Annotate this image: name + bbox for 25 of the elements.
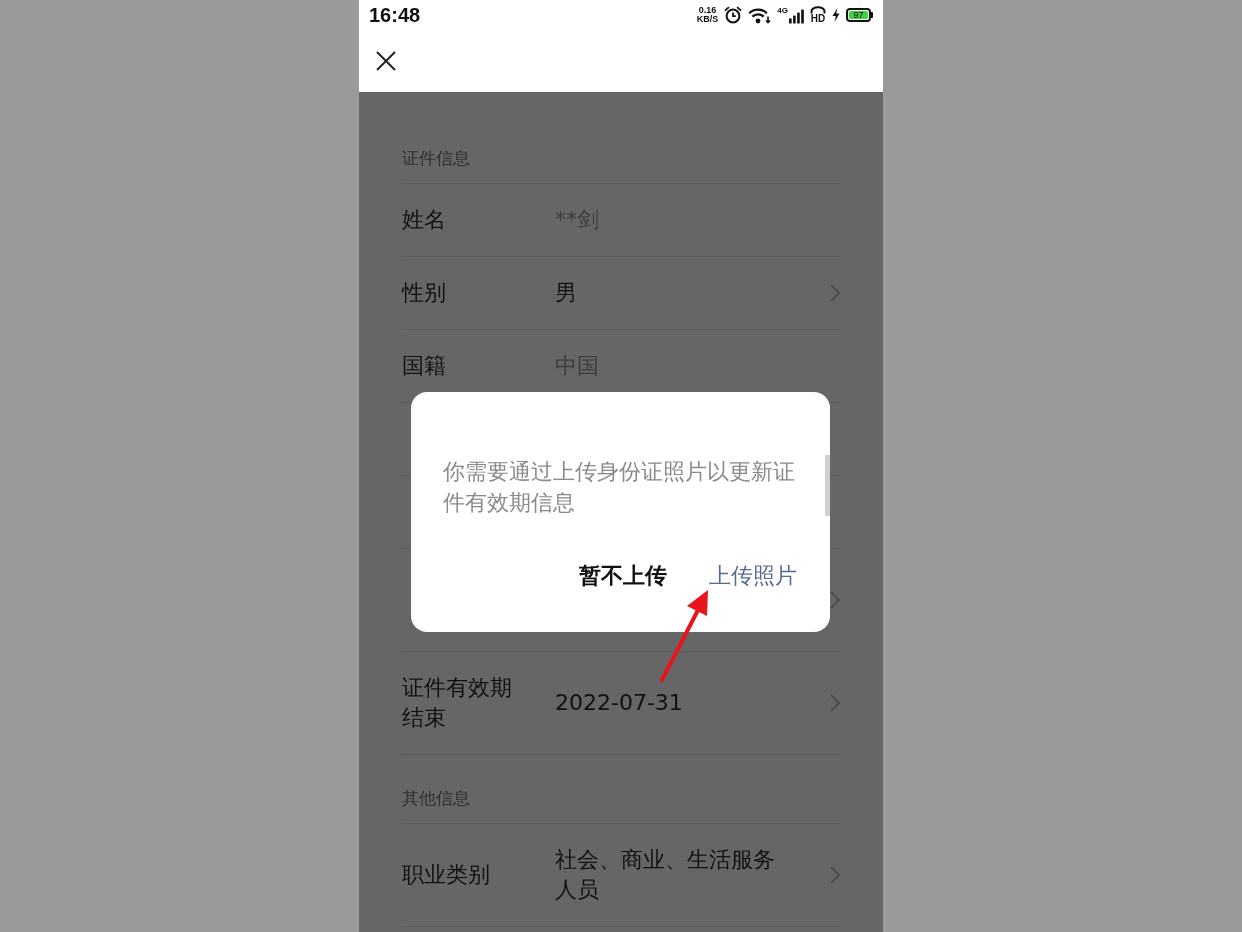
network-speed-unit: KB/S (696, 15, 719, 24)
field-value[interactable]: 男 (555, 278, 787, 308)
signal-bars-icon (789, 9, 804, 24)
field-label: 姓名 (402, 206, 447, 234)
field-value[interactable]: 2022-07-31 (555, 688, 787, 718)
field-label: 职业类别 (402, 861, 491, 889)
network-speed-value: 0.16 (698, 6, 717, 15)
wifi-icon (748, 6, 772, 24)
battery-percent: 97 (849, 11, 868, 19)
close-button[interactable] (376, 51, 396, 71)
lightning-bolt-icon (832, 8, 840, 22)
handset-icon (810, 6, 826, 14)
network-type-label: 4G (777, 6, 788, 15)
field-value[interactable]: 社会、商业、生活服务人员 (555, 845, 787, 905)
status-time: 16:48 (369, 3, 421, 27)
field-label: 性别 (402, 279, 447, 307)
dialog-message: 你需要通过上传身份证照片以更新证件有效期信息 (443, 458, 796, 517)
confirm-button[interactable]: 上传照片 (709, 554, 797, 598)
cancel-button[interactable]: 暂不上传 (579, 554, 667, 598)
scroll-indicator (825, 455, 830, 516)
alarm-clock-icon (724, 6, 743, 24)
hd-label: HD (810, 14, 826, 24)
field-label: 证件有效期结束 (402, 674, 513, 732)
close-icon (376, 51, 396, 71)
field-label: 国籍 (402, 352, 447, 380)
